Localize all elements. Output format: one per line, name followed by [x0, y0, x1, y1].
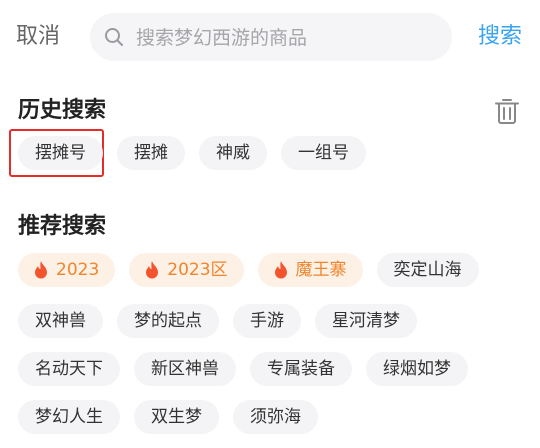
recommended-chip[interactable]: 双生梦: [134, 400, 219, 434]
recommended-chip[interactable]: 新区神兽: [134, 352, 236, 386]
trash-icon[interactable]: [494, 97, 520, 125]
search-button[interactable]: 搜索: [478, 22, 522, 52]
cancel-button[interactable]: 取消: [16, 22, 60, 52]
flame-icon: [35, 261, 47, 279]
recommended-title: 推荐搜索: [18, 214, 107, 239]
flame-icon: [146, 261, 159, 279]
search-input[interactable]: [134, 19, 438, 57]
history-list: 摆摊号 摆摊 神威 一组号: [18, 136, 366, 170]
hot-chip[interactable]: 魔王寨: [257, 253, 363, 287]
flame-icon: [274, 261, 287, 279]
recommended-chip[interactable]: 奕定山海: [376, 253, 479, 287]
history-chip[interactable]: 一组号: [281, 136, 366, 170]
recommended-row: 梦幻人生 双生梦 须弥海: [18, 400, 318, 434]
recommended-chip[interactable]: 梦幻人生: [18, 400, 120, 434]
chip-label: 2023: [56, 260, 100, 280]
hot-chip[interactable]: 2023区: [129, 253, 244, 287]
recommended-chip[interactable]: 星河清梦: [315, 304, 417, 338]
history-chip[interactable]: 摆摊号: [18, 136, 103, 170]
chip-label: 魔王寨: [295, 260, 347, 280]
history-chip[interactable]: 摆摊: [117, 136, 185, 170]
recommended-chip[interactable]: 绿烟如梦: [366, 352, 468, 386]
recommended-chip[interactable]: 专属装备: [250, 352, 352, 386]
recommended-chip[interactable]: 名动天下: [18, 352, 120, 386]
recommended-row: 双神兽 梦的起点 手游 星河清梦: [18, 304, 417, 338]
chip-label: 2023区: [167, 260, 228, 280]
search-box[interactable]: [90, 13, 452, 61]
history-title: 历史搜索: [18, 98, 107, 123]
top-bar: 取消 搜索: [0, 0, 540, 76]
recommended-chip[interactable]: 手游: [233, 304, 301, 338]
recommended-row: 2023 2023区 魔王寨 奕定山海: [18, 253, 479, 287]
recommended-chip[interactable]: 梦的起点: [117, 304, 219, 338]
history-chip[interactable]: 神威: [199, 136, 267, 170]
search-icon: [105, 28, 123, 46]
recommended-chip[interactable]: 双神兽: [18, 304, 103, 338]
recommended-chip[interactable]: 须弥海: [233, 400, 318, 434]
recommended-row: 名动天下 新区神兽 专属装备 绿烟如梦: [18, 352, 468, 386]
hot-chip[interactable]: 2023: [18, 253, 116, 287]
